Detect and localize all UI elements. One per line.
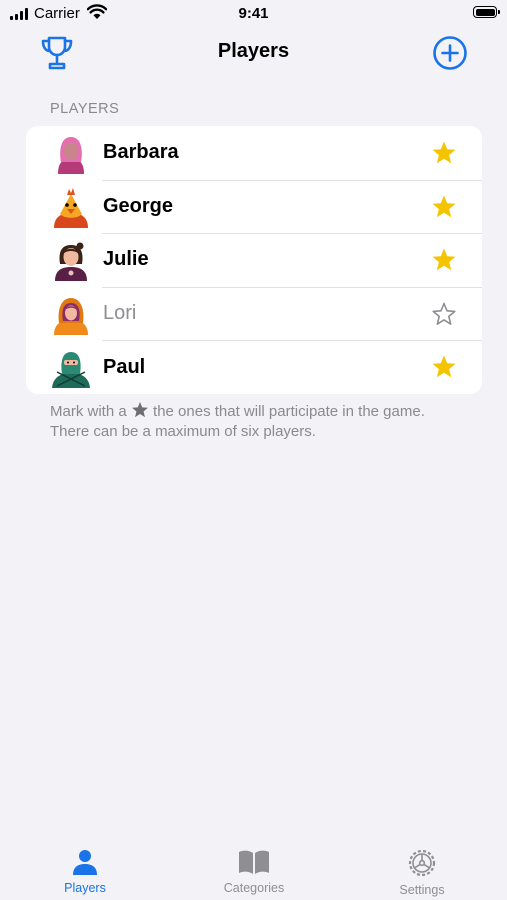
section-header: PLAYERS	[50, 101, 120, 117]
player-row-barbara[interactable]: Barbara	[26, 126, 482, 180]
tab-bar: Players Categories Settings	[0, 830, 507, 900]
status-time: 9:41	[238, 5, 269, 22]
player-row-julie[interactable]: Julie	[26, 233, 482, 287]
tab-players[interactable]: Players	[30, 848, 140, 895]
players-list: Barbara George Julie Lori Paul	[26, 126, 482, 394]
add-player-button[interactable]	[432, 35, 468, 71]
tab-label: Players	[64, 881, 106, 895]
avatar-orange-hood	[54, 297, 88, 335]
avatar-pink-hair	[58, 137, 84, 174]
avatar-orange-bird	[54, 187, 88, 228]
tab-label: Settings	[399, 883, 445, 897]
avatar-green-ninja	[52, 352, 90, 389]
star-filled-icon[interactable]	[431, 140, 457, 166]
star-outline-icon[interactable]	[431, 301, 457, 327]
player-row-george[interactable]: George	[26, 179, 482, 234]
page-title: Players	[217, 40, 290, 62]
avatar-brunette	[55, 242, 87, 282]
player-name: Lori	[103, 302, 137, 325]
player-name: George	[103, 194, 174, 217]
footer-note: Mark with a the ones that will participa…	[50, 401, 450, 442]
tab-settings[interactable]: Settings	[367, 848, 477, 897]
plus-circle-icon	[433, 36, 467, 70]
player-row-lori[interactable]: Lori	[26, 286, 482, 341]
status-bar: Carrier 9:41	[0, 0, 507, 30]
star-icon	[131, 402, 148, 418]
tab-categories[interactable]: Categories	[199, 848, 309, 895]
star-filled-icon[interactable]	[431, 194, 457, 220]
footer-note-before: Mark with a	[50, 403, 127, 420]
star-filled-icon[interactable]	[431, 354, 457, 380]
gear-icon	[408, 849, 436, 877]
player-row-paul[interactable]: Paul	[26, 340, 482, 394]
book-icon	[239, 850, 269, 874]
player-name: Julie	[103, 248, 149, 271]
player-name: Barbara	[103, 141, 179, 164]
star-filled-icon[interactable]	[431, 247, 457, 273]
person-icon	[73, 850, 97, 875]
player-name: Paul	[103, 355, 146, 378]
battery-icon	[473, 6, 500, 18]
tab-label: Categories	[223, 881, 285, 895]
